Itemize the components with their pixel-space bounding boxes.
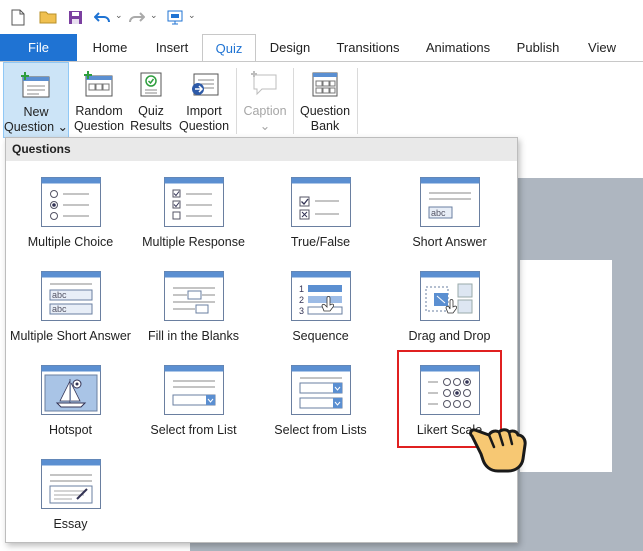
quiz-results-label-1: Quiz [138,104,164,118]
fill-in-blanks-icon [164,271,224,321]
ribbon-separator [236,68,237,134]
ribbon-tabs: File Home Insert Quiz Design Transitions… [0,34,643,62]
sequence-number: 2 [299,295,304,305]
question-type-essay[interactable]: Essay [8,447,133,537]
question-type-multiple-choice[interactable]: Multiple Choice [8,165,133,255]
question-type-drag-and-drop[interactable]: Drag and Drop [387,259,512,349]
tab-insert[interactable]: Insert [145,34,199,61]
sequence-number: 1 [299,284,304,294]
ribbon-separator [293,68,294,134]
quiz-results-button[interactable]: Quiz Results [128,62,174,138]
undo-icon[interactable] [92,7,112,27]
questions-dropdown: Questions Multiple Choice Multiple Respo… [5,137,518,543]
sequence-number: 3 [299,306,304,316]
question-bank-icon [310,70,340,102]
question-type-label: Multiple Choice [27,235,114,249]
ribbon-panel: New Question ⌄ Random Question Quiz Results… [0,61,643,140]
question-type-label: Hotspot [48,423,93,437]
question-type-fill-in-the-blanks[interactable]: Fill in the Blanks [131,259,256,349]
question-type-label: Short Answer [412,235,487,249]
tab-transitions[interactable]: Transitions [330,34,406,61]
question-type-true-false[interactable]: True/False [258,165,383,255]
question-bank-label-1: Question [299,104,351,118]
undo-dropdown-icon[interactable]: ⌄ [115,10,123,21]
pointing-hand-icon [462,412,534,474]
multiple-response-icon [164,177,224,227]
new-question-label-1: New [23,105,49,119]
question-type-label: Multiple Short Answer [10,329,131,343]
question-type-label: Select from Lists [274,423,367,437]
abc-text: abc [52,290,67,300]
random-question-label-1: Random [75,104,123,118]
questions-header: Questions [6,138,517,161]
question-type-label: Drag and Drop [408,329,491,343]
new-question-icon [20,71,52,103]
multiple-short-answer-icon: abc abc [41,271,101,321]
tab-home[interactable]: Home [84,34,136,61]
essay-icon [41,459,101,509]
question-type-label: Essay [53,517,88,531]
tab-quiz[interactable]: Quiz [202,34,256,62]
caption-icon [250,70,280,102]
new-question-label-2: Question ⌄ [4,120,68,134]
import-question-label-2: Question [178,119,230,133]
question-type-label: Select from List [150,423,237,437]
true-false-icon [291,177,351,227]
quiz-results-icon [137,70,165,102]
new-document-icon[interactable] [8,7,28,27]
sequence-icon: 123 [291,271,351,321]
question-type-hotspot[interactable]: Hotspot [8,353,133,443]
question-bank-button[interactable]: Question Bank [297,62,353,138]
question-bank-label-2: Bank [310,119,340,133]
question-type-select-from-lists[interactable]: Select from Lists [258,353,383,443]
question-type-multiple-short-answer[interactable]: abc abc Multiple Short Answer [8,259,133,349]
tab-design[interactable]: Design [262,34,318,61]
select-from-list-icon [164,365,224,415]
question-type-short-answer[interactable]: abc Short Answer [387,165,512,255]
open-folder-icon[interactable] [38,7,58,27]
question-type-label: Fill in the Blanks [147,329,239,343]
caption-label-2: ⌄ [259,119,271,133]
import-question-button[interactable]: Import Question [176,62,232,138]
quick-access-toolbar: ⌄ ⌄ ⌄ [0,0,643,34]
multiple-choice-icon [41,177,101,227]
customize-toolbar-icon[interactable]: ⌄ [188,10,196,21]
caption-label-1: Caption [243,104,287,118]
tab-publish[interactable]: Publish [510,34,566,61]
preview-icon[interactable] [165,7,185,27]
hotspot-icon [41,365,101,415]
caption-button[interactable]: Caption ⌄ [240,62,290,138]
quiz-results-label-2: Results [130,119,172,133]
question-type-label: True/False [290,235,351,249]
import-question-label-1: Import [186,104,222,118]
question-type-sequence[interactable]: 123 Sequence [258,259,383,349]
random-question-label-2: Question [73,119,125,133]
select-from-lists-icon [291,365,351,415]
abc-text: abc [52,304,67,314]
save-icon[interactable] [65,7,85,27]
random-question-icon [83,70,115,102]
abc-text: abc [431,208,446,218]
question-type-label: Multiple Response [142,235,245,249]
short-answer-icon: abc [420,177,480,227]
redo-icon[interactable] [127,7,147,27]
new-question-button[interactable]: New Question ⌄ [3,62,69,138]
tab-view[interactable]: View [580,34,624,61]
random-question-button[interactable]: Random Question [72,62,126,138]
question-type-select-from-list[interactable]: Select from List [131,353,256,443]
import-question-icon [188,70,220,102]
question-type-multiple-response[interactable]: Multiple Response [131,165,256,255]
drag-and-drop-icon [420,271,480,321]
tab-animations[interactable]: Animations [418,34,498,61]
tab-file[interactable]: File [0,34,77,61]
ribbon-separator [357,68,358,134]
redo-dropdown-icon[interactable]: ⌄ [150,10,158,21]
question-type-label: Sequence [292,329,349,343]
